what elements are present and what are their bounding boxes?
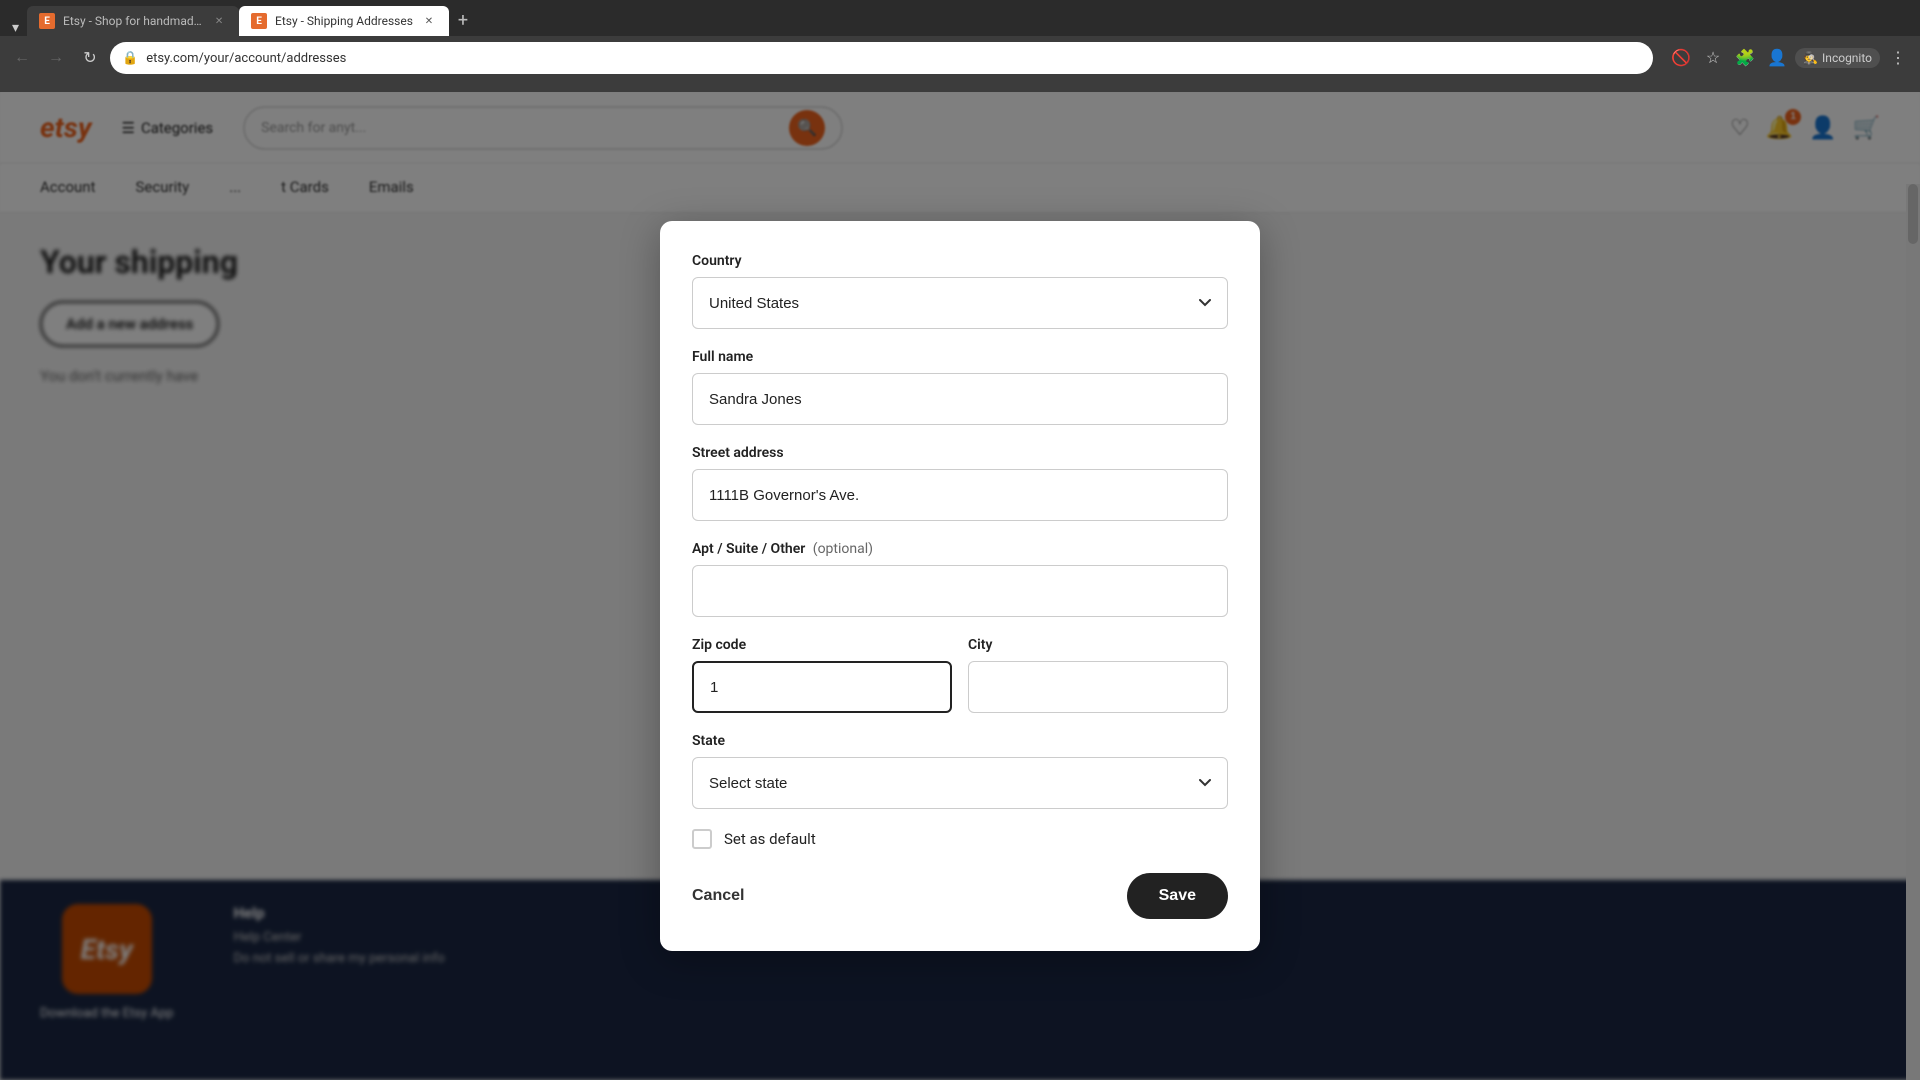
address-bar[interactable]: 🔒 etsy.com/your/account/addresses xyxy=(110,42,1653,74)
fullname-input[interactable] xyxy=(692,373,1228,425)
fullname-field-group: Full name xyxy=(692,349,1228,425)
lock-icon: 🔒 xyxy=(122,51,138,66)
tab-list-btn[interactable]: ▾ xyxy=(8,20,23,36)
incognito-badge[interactable]: 🕵️ Incognito xyxy=(1795,48,1880,68)
street-input[interactable] xyxy=(692,469,1228,521)
new-tab-btn[interactable]: + xyxy=(449,6,477,34)
country-label: Country xyxy=(692,253,1228,269)
apt-label: Apt / Suite / Other (optional) xyxy=(692,541,1228,557)
street-label: Street address xyxy=(692,445,1228,461)
zip-label: Zip code xyxy=(692,637,952,653)
state-label: State xyxy=(692,733,1228,749)
apt-optional: (optional) xyxy=(813,541,873,557)
save-button[interactable]: Save xyxy=(1127,873,1228,919)
tab1-title: Etsy - Shop for handmade, vint... xyxy=(63,14,203,28)
default-checkbox-label[interactable]: Set as default xyxy=(724,830,816,848)
bookmark-icon[interactable]: ☆ xyxy=(1699,44,1727,72)
incognito-label: Incognito xyxy=(1822,51,1872,65)
apt-input[interactable] xyxy=(692,565,1228,617)
address-bar-row: ← → ↻ 🔒 etsy.com/your/account/addresses … xyxy=(0,36,1920,80)
city-field-group: City xyxy=(968,637,1228,713)
extensions-icon[interactable]: 🧩 xyxy=(1731,44,1759,72)
incognito-icon: 🕵️ xyxy=(1803,51,1818,65)
modal-footer: Cancel Save xyxy=(692,873,1228,919)
default-checkbox-row: Set as default xyxy=(692,829,1228,849)
shipping-address-modal: Country United States Canada United King… xyxy=(660,221,1260,951)
tab2-close[interactable]: ✕ xyxy=(421,13,437,29)
reload-btn[interactable]: ↻ xyxy=(76,44,104,72)
page-background: etsy ☰ Categories Search for anyt... 🔍 ♡… xyxy=(0,92,1920,1080)
city-input[interactable] xyxy=(968,661,1228,713)
toolbar-icons: 🚫 ☆ 🧩 👤 🕵️ Incognito ⋮ xyxy=(1667,44,1912,72)
tab-1[interactable]: E Etsy - Shop for handmade, vint... ✕ xyxy=(27,6,239,36)
zip-field-group: Zip code xyxy=(692,637,952,713)
state-field-group: State Select state Alabama Alaska Arizon… xyxy=(692,733,1228,809)
country-field-group: Country United States Canada United King… xyxy=(692,253,1228,329)
menu-btn[interactable]: ⋮ xyxy=(1884,44,1912,72)
state-select[interactable]: Select state Alabama Alaska Arizona Cali… xyxy=(692,757,1228,809)
country-select[interactable]: United States Canada United Kingdom xyxy=(692,277,1228,329)
back-btn[interactable]: ← xyxy=(8,44,36,72)
no-tracking-icon[interactable]: 🚫 xyxy=(1667,44,1695,72)
forward-btn[interactable]: → xyxy=(42,44,70,72)
apt-field-group: Apt / Suite / Other (optional) xyxy=(692,541,1228,617)
zip-city-row: Zip code City xyxy=(692,637,1228,733)
tab1-favicon: E xyxy=(39,13,55,29)
modal-overlay: Country United States Canada United King… xyxy=(0,92,1920,1080)
tabs-bar: ▾ E Etsy - Shop for handmade, vint... ✕ … xyxy=(0,0,1920,36)
profile-icon[interactable]: 👤 xyxy=(1763,44,1791,72)
url-text: etsy.com/your/account/addresses xyxy=(146,51,346,66)
zip-input[interactable] xyxy=(692,661,952,713)
tab2-favicon: E xyxy=(251,13,267,29)
browser-chrome: ▾ E Etsy - Shop for handmade, vint... ✕ … xyxy=(0,0,1920,92)
tab-2[interactable]: E Etsy - Shipping Addresses ✕ xyxy=(239,6,449,36)
cancel-button[interactable]: Cancel xyxy=(692,875,744,917)
default-checkbox[interactable] xyxy=(692,829,712,849)
tab2-title: Etsy - Shipping Addresses xyxy=(275,14,413,28)
street-field-group: Street address xyxy=(692,445,1228,521)
city-label: City xyxy=(968,637,1228,653)
fullname-label: Full name xyxy=(692,349,1228,365)
tab1-close[interactable]: ✕ xyxy=(211,13,227,29)
